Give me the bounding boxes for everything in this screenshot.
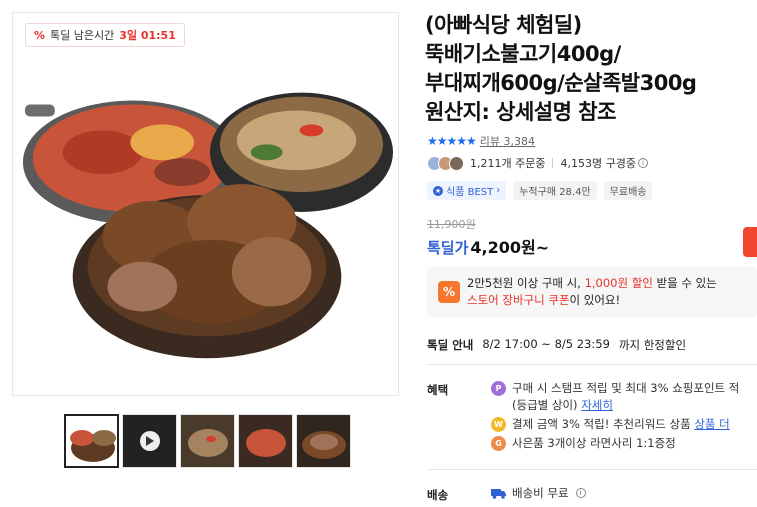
coupon-text-part: 2만5천원 이상 구매 시, xyxy=(467,276,585,290)
coupon-text-part: 이 있어요! xyxy=(569,293,621,307)
divider xyxy=(427,469,757,470)
thumbnail-strip xyxy=(64,414,351,468)
thumbnail-1[interactable] xyxy=(64,414,119,468)
benefits-list: P 구매 시 스탬프 적립 및 최대 3% 쇼핑포인트 적 (등급별 상이) 자… xyxy=(491,380,757,454)
review-count-link[interactable]: 리뷰 3,384 xyxy=(480,133,535,149)
best-badge-label: 식품 BEST xyxy=(446,187,494,198)
deal-info-label: 톡딜 안내 xyxy=(427,338,474,352)
avatar xyxy=(449,155,464,171)
thumbnail-5[interactable] xyxy=(296,414,351,468)
price-row: 톡딜가 4,200원~ xyxy=(427,234,549,258)
shipping-text: 배송비 무료 xyxy=(512,486,569,500)
food-photo xyxy=(22,92,394,359)
benefit-text: 구매 시 스탬프 적립 및 최대 3% 쇼핑포인트 적 xyxy=(512,381,740,395)
cumulative-purchase-badge: 누적구매 28.4만 xyxy=(513,181,597,200)
benefit-sub: (등급별 상이) xyxy=(512,398,578,412)
buyers-row: 1,211개 주문중 4,153명 구경중 i xyxy=(427,155,648,171)
benefit-text: 사은품 3개이상 라면사리 1:1증정 xyxy=(512,436,676,450)
best-badge[interactable]: ★ 식품 BEST › xyxy=(427,181,507,200)
chevron-right-icon: › xyxy=(496,185,501,196)
best-icon: ★ xyxy=(433,185,443,196)
coupon-text: 2만5천원 이상 구매 시, 1,000원 할인 받을 수 있는 스토어 장바구… xyxy=(467,275,717,309)
thumbnail-3[interactable] xyxy=(180,414,235,468)
deal-info-period: 8/2 17:00 ~ 8/5 23:59 xyxy=(482,337,610,351)
divider xyxy=(552,158,554,168)
product-title: (아빠식당 체험딜) 뚝배기소불고기400g/ 부대찌개600g/순살족발300… xyxy=(425,11,755,127)
benefit-product-link[interactable]: 상품 더 xyxy=(694,417,729,431)
thumbnail-4[interactable] xyxy=(238,414,293,468)
deal-price-label: 톡딜가 xyxy=(427,239,469,257)
benefit-detail-link[interactable]: 자세히 xyxy=(581,398,613,412)
title-line-3: 부대찌개600g/순살족발300g xyxy=(425,71,697,95)
original-price: 11,900원 xyxy=(427,218,476,231)
side-action-tab[interactable] xyxy=(743,227,757,257)
deal-timer-label: 톡딜 남은시간 xyxy=(50,29,115,42)
info-icon[interactable]: i xyxy=(637,158,648,168)
truck-icon xyxy=(491,488,506,499)
benefits-label: 혜택 xyxy=(427,383,449,397)
info-icon[interactable]: i xyxy=(575,488,586,498)
play-icon xyxy=(139,431,160,451)
benefit-item: P 구매 시 스탬프 적립 및 최대 3% 쇼핑포인트 적 (등급별 상이) 자… xyxy=(491,380,757,414)
deal-price-value: 4,200원~ xyxy=(470,238,550,257)
thumbnail-video[interactable] xyxy=(122,414,177,468)
title-line-2: 뚝배기소불고기400g/ xyxy=(425,42,621,66)
coupon-banner[interactable]: % 2만5천원 이상 구매 시, 1,000원 할인 받을 수 있는 스토어 장… xyxy=(427,267,757,317)
title-line-4: 원산지: 상세설명 참조 xyxy=(425,100,616,124)
coupon-store-highlight: 스토어 장바구니 쿠폰 xyxy=(467,293,570,307)
title-line-1: (아빠식당 체험딜) xyxy=(425,13,582,37)
deal-info-suffix: 까지 한정할인 xyxy=(618,338,687,352)
shipping-row: 배송비 무료 i xyxy=(491,485,586,501)
free-shipping-badge: 무료배송 xyxy=(603,181,653,200)
benefit-text: 결제 금액 3% 적립! 추천리워드 상품 xyxy=(512,417,691,431)
viewers-count: 4,153명 구경중 xyxy=(560,157,636,170)
coupon-discount-highlight: 1,000원 할인 xyxy=(584,276,653,290)
coupon-text-part: 받을 수 있는 xyxy=(652,276,717,290)
gift-icon: G xyxy=(491,436,506,451)
benefit-item: G 사은품 3개이상 라면사리 1:1증정 xyxy=(491,435,757,452)
benefit-item: W 결제 금액 3% 적립! 추천리워드 상품 상품 더 xyxy=(491,416,757,433)
divider xyxy=(427,364,757,365)
rating-row: ★★★★★ 리뷰 3,384 xyxy=(427,133,535,149)
reward-icon: W xyxy=(491,417,506,432)
buyer-avatars xyxy=(427,155,464,171)
deal-timer-badge: % 톡딜 남은시간 3일 01:51 xyxy=(25,23,185,47)
deal-timer-value: 3일 01:51 xyxy=(119,29,176,42)
badges-row: ★ 식품 BEST › 누적구매 28.4만 무료배송 xyxy=(427,181,653,200)
orders-count: 1,211개 주문중 xyxy=(470,157,546,170)
deal-info-row: 톡딜 안내 8/2 17:00 ~ 8/5 23:59 까지 한정할인 xyxy=(427,337,686,353)
percent-icon: % xyxy=(34,28,46,42)
coupon-percent-icon: % xyxy=(438,281,460,303)
main-product-image[interactable]: % 톡딜 남은시간 3일 01:51 xyxy=(12,12,399,396)
shipping-label: 배송 xyxy=(427,488,449,502)
point-icon: P xyxy=(491,381,506,396)
star-rating-icon: ★★★★★ xyxy=(427,134,477,148)
